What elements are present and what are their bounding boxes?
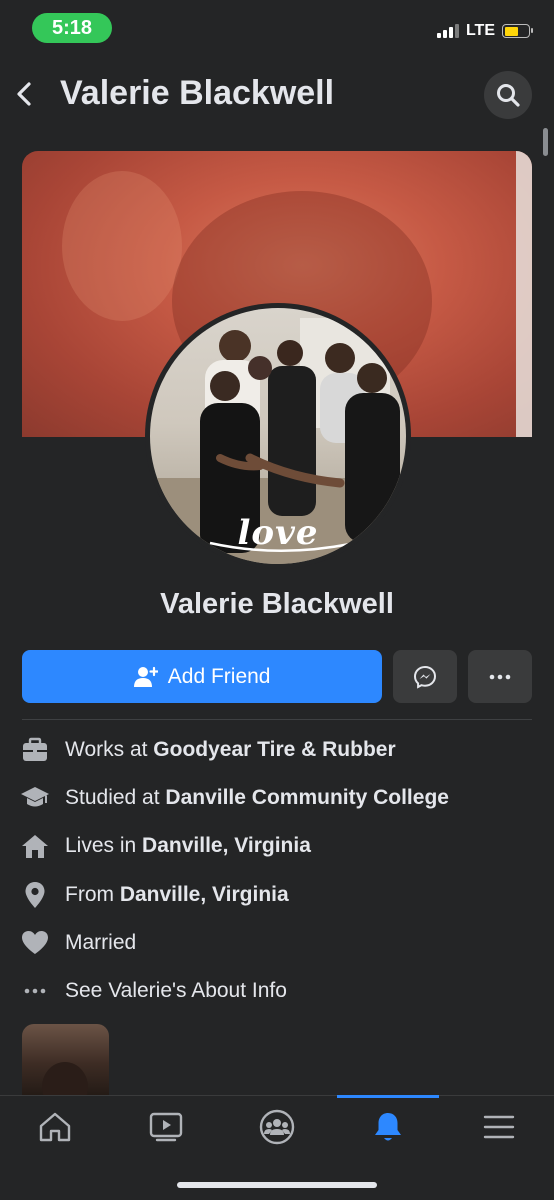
add-friend-button[interactable]: Add Friend: [22, 650, 383, 703]
messenger-icon: [414, 665, 437, 689]
notifications-icon: [375, 1113, 401, 1141]
profile-name: Valerie Blackwell: [160, 588, 394, 620]
add-person-icon: [133, 666, 158, 687]
status-time[interactable]: 5:18: [32, 13, 112, 43]
info-label: Studied at: [65, 786, 166, 810]
search-button[interactable]: [484, 71, 532, 119]
status-indicators: LTE: [436, 22, 533, 40]
profile-header: Valerie Blackwell: [0, 62, 554, 126]
list-item[interactable]: Studied at Danville Community College: [20, 774, 540, 822]
menu-icon: [483, 1115, 515, 1139]
list-item[interactable]: From Danville, Virginia: [20, 871, 540, 919]
message-button[interactable]: [393, 650, 458, 703]
more-horizontal-icon: [489, 674, 511, 679]
home-indicator[interactable]: [177, 1182, 377, 1188]
add-friend-label: Add Friend: [167, 664, 271, 688]
more-button[interactable]: [468, 650, 533, 703]
divider: [22, 719, 532, 720]
search-icon: [497, 84, 520, 107]
watch-icon: [149, 1112, 183, 1142]
info-value[interactable]: Danville, Virginia: [120, 883, 289, 906]
info-label: Lives in: [65, 834, 143, 858]
tab-watch[interactable]: [111, 1096, 221, 1158]
scrollbar[interactable]: [543, 128, 548, 156]
home-icon: [39, 1112, 71, 1142]
list-item[interactable]: Married: [20, 919, 540, 967]
info-value[interactable]: Goodyear Tire & Rubber: [153, 738, 395, 761]
page-title: Valerie Blackwell: [60, 74, 335, 112]
more-horizontal-icon: [20, 976, 50, 1006]
info-label: From: [65, 882, 120, 906]
profile-picture[interactable]: love: [145, 303, 411, 569]
info-value[interactable]: Danville, Virginia: [142, 834, 311, 857]
heart-icon: [20, 928, 50, 958]
info-label: Married: [65, 930, 137, 954]
info-value[interactable]: Danville Community College: [165, 786, 449, 809]
intro-details: Works at Goodyear Tire & Rubber Studied …: [20, 726, 540, 1015]
graduation-cap-icon: [20, 783, 50, 813]
battery-icon: [502, 24, 533, 38]
location-pin-icon: [20, 880, 50, 910]
tab-home[interactable]: [0, 1096, 110, 1158]
featured-photo[interactable]: [22, 1024, 109, 1104]
tab-groups[interactable]: [222, 1096, 332, 1158]
signal-icon: [436, 24, 459, 38]
home-icon: [20, 831, 50, 861]
avatar-overlay-text: love: [237, 513, 319, 553]
list-item[interactable]: See Valerie's About Info: [20, 967, 540, 1015]
network-label: LTE: [465, 22, 495, 39]
status-bar: 5:18 LTE: [0, 0, 554, 58]
avatar: love: [150, 308, 406, 564]
list-item[interactable]: Lives in Danville, Virginia: [20, 822, 540, 870]
briefcase-icon: [20, 735, 50, 765]
tab-notifications[interactable]: [333, 1096, 443, 1158]
tab-menu[interactable]: [444, 1096, 554, 1158]
list-item[interactable]: Works at Goodyear Tire & Rubber: [20, 726, 540, 774]
groups-icon: [259, 1109, 295, 1145]
chevron-left-icon[interactable]: [10, 76, 38, 112]
profile-actions: Add Friend: [22, 650, 533, 703]
see-about-link[interactable]: See Valerie's About Info: [65, 979, 287, 1003]
info-label: Works at: [65, 738, 154, 762]
